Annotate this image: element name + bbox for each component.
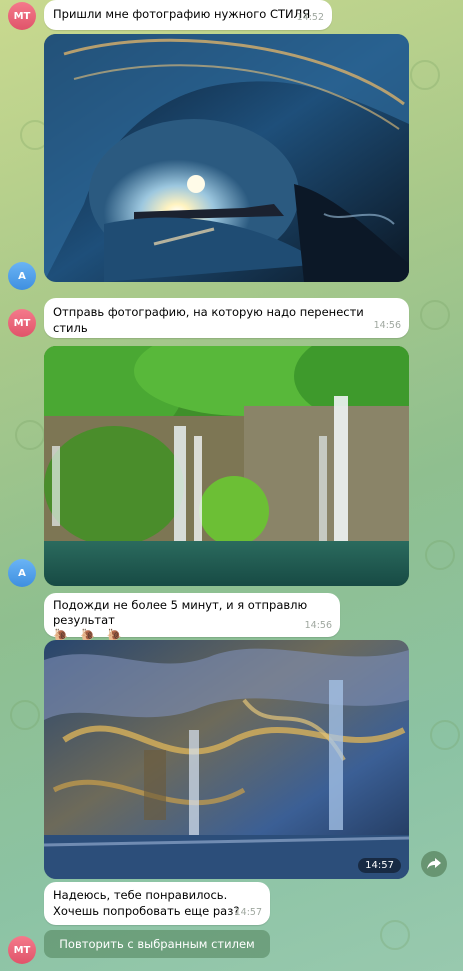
repeat-with-style-button[interactable]: Повторить с выбранным стилем [44, 930, 270, 958]
share-arrow-icon [427, 858, 441, 869]
message-bubble: Подожди не более 5 минут, и я отправлю р… [44, 593, 340, 642]
photo-time: 14:57 [358, 858, 401, 873]
message-text: Подожди не более 5 минут, и я отправлю р… [53, 598, 308, 627]
message-time: 14:56 [304, 620, 332, 631]
bot-avatar[interactable]: MT [8, 2, 36, 30]
message-time: 14:52 [296, 12, 324, 23]
waterfall-photo[interactable] [44, 346, 409, 586]
message-text: Пришли мне фотографию нужного СТИЛЯ [53, 7, 311, 21]
user-avatar[interactable]: A [8, 262, 36, 290]
user-avatar[interactable]: A [8, 559, 36, 587]
message-bubble: Отправь фотографию, на которую надо пере… [44, 298, 409, 338]
bot-avatar[interactable]: MT [8, 309, 36, 337]
bot-avatar[interactable]: MT [8, 936, 36, 964]
message-bubble: Надеюсь, тебе понравилось. Хочешь попроб… [44, 882, 270, 925]
message-text-line1: Надеюсь, тебе понравилось. [53, 888, 228, 902]
message-bubble: Пришли мне фотографию нужного СТИЛЯ 14:5… [44, 0, 332, 30]
wave-photo[interactable] [44, 34, 409, 282]
inline-button-label: Повторить с выбранным стилем [59, 937, 255, 951]
stylized-waterfall-photo[interactable]: 14:57 [44, 640, 409, 879]
share-button[interactable] [421, 851, 447, 877]
message-text-line2: Хочешь попробовать еще раз? [53, 904, 240, 918]
message-time: 14:57 [234, 907, 262, 918]
message-text: Отправь фотографию, на которую надо пере… [53, 305, 364, 335]
message-time: 14:56 [373, 320, 401, 331]
